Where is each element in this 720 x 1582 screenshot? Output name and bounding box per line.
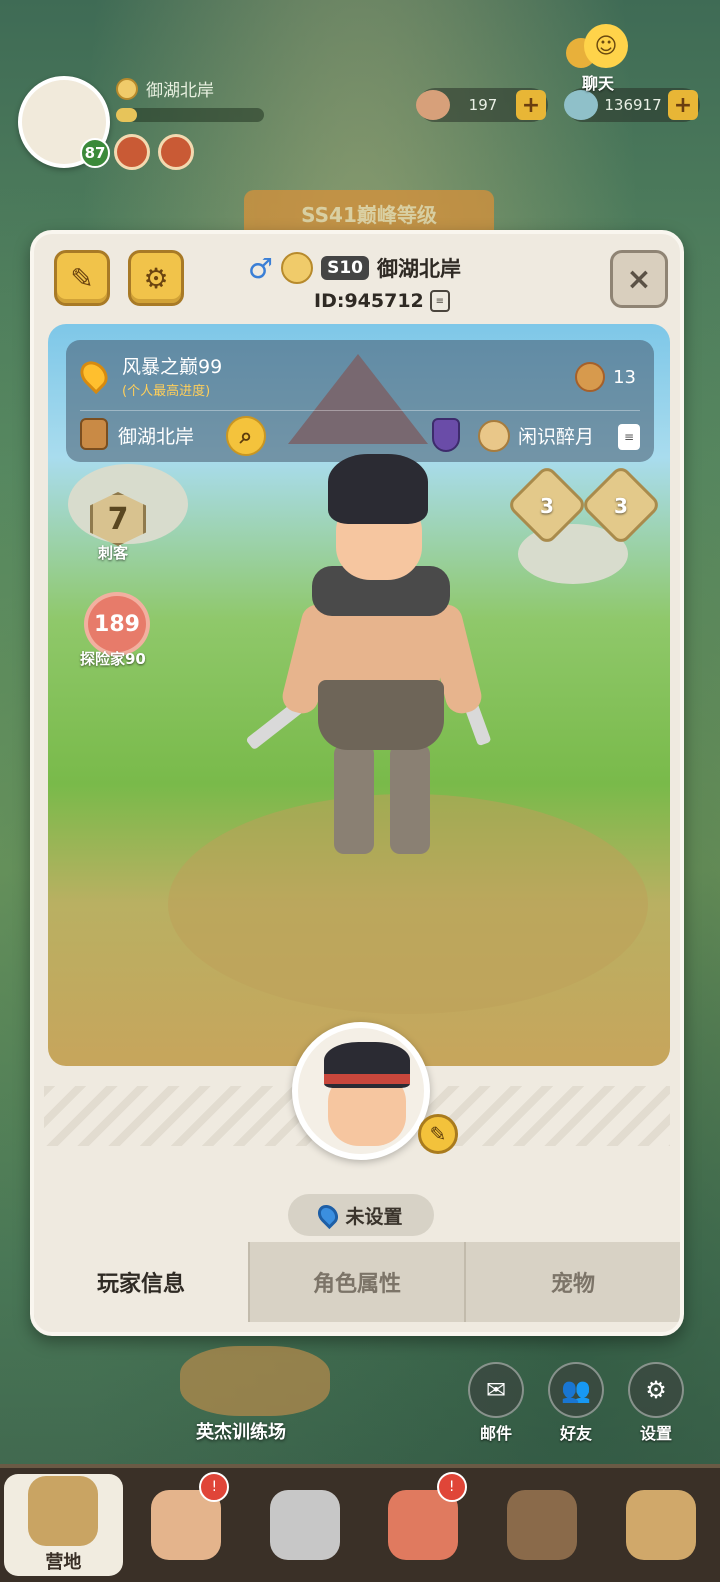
exp-bar [116,108,264,122]
character-leg [334,744,374,854]
guild-name: 御湖北岸 [118,426,195,448]
rank-badge[interactable]: 189 [84,592,150,656]
location-pin-icon [314,1200,343,1230]
character-skirt [318,680,444,750]
stage-subtitle: (个人最高进度) [122,384,211,399]
resource-stone-value: 136917 [604,96,662,114]
resource-meat-value: 197 [468,96,498,114]
weapon-icon [269,1490,340,1560]
training-ground-label: 英杰训练场 [196,1422,286,1443]
edit-profile-button[interactable]: ✎ [54,250,110,306]
rank-label: 探险家90 [80,650,146,668]
player-id-row: ID:945712 ≡ [314,290,450,312]
season-badge: S10 [321,256,370,280]
camp-icon [28,1476,99,1546]
class-label: 刺客 [98,544,129,562]
chat-icon: ☺ [562,22,634,70]
shield-icon [432,418,460,452]
location-setting-text: 未设置 [345,1205,403,1228]
friends-icon: 👥 [548,1362,604,1418]
buff-icon-2[interactable] [158,134,194,170]
guild-icon [80,418,108,450]
resource-meat: 197 + [416,88,548,122]
buff-icon-1[interactable] [114,134,150,170]
nav-camp-label: 营地 [45,1552,82,1573]
settings-quick-button[interactable]: ⚙ 设置 [626,1362,686,1444]
character-leg [390,744,430,854]
chat-button[interactable]: ☺ 聊天 [562,22,634,94]
search-icon[interactable]: ⌕ [226,416,266,456]
portrait-avatar[interactable] [292,1022,430,1160]
notification-badge: ! [199,1472,230,1502]
mail-icon: ✉ [468,1362,524,1418]
nav-pet[interactable]: ! [364,1468,483,1582]
nav-hero[interactable]: ! [127,1468,246,1582]
chat-bubble-front: ☺ [584,24,628,68]
male-icon: ♂ [248,251,274,285]
player-character[interactable] [238,454,498,894]
likes-counter[interactable]: 13 [575,362,636,392]
player-profile-card: ✎ ⚙ ♂ S10 御湖北岸 ID:945712 ≡ × 风暴之巅99 (个人最… [30,230,684,1336]
player-id: ID:945712 [314,290,424,312]
profile-tabs: 玩家信息 角色属性 宠物 [34,1242,680,1322]
friends-label: 好友 [559,1424,592,1443]
close-button[interactable]: × [610,250,668,308]
shop-icon [507,1490,578,1560]
player-name: 御湖北岸 [146,81,214,101]
add-stone-button[interactable]: + [668,90,698,120]
chat-label: 聊天 [581,74,614,93]
divider [80,410,640,411]
add-meat-button[interactable]: + [516,90,546,120]
training-ground[interactable] [180,1346,330,1416]
like-icon [575,362,606,392]
nav-guild[interactable] [601,1468,720,1582]
location-setting-button[interactable]: 未设置 [288,1194,434,1236]
nav-camp[interactable]: 营地 [4,1474,123,1576]
emote-icon [116,77,138,100]
nav-weapon[interactable] [245,1468,364,1582]
stone-icon [564,90,598,120]
mail-button[interactable]: ✉ 邮件 [466,1362,526,1444]
meat-icon [416,90,450,120]
bottom-nav: 营地 ! ! [0,1464,720,1582]
tab-character-stats[interactable]: 角色属性 [248,1242,464,1322]
character-hair [328,454,428,524]
mail-label: 邮件 [479,1424,512,1443]
tab-player-info[interactable]: 玩家信息 [34,1242,248,1322]
achievement-badge-2-value: 3 [614,494,628,518]
emote-icon [281,252,314,284]
player-level-badge: 87 [80,138,110,168]
info-panel: 风暴之巅99 (个人最高进度) 13 御湖北岸 ⌕ 闲识醉月 ≡ [66,340,654,462]
copy-id-icon[interactable]: ≡ [429,290,450,312]
profile-name: 御湖北岸 [377,257,462,281]
stage-name: 风暴之巅99 [122,356,223,378]
guild-icon [625,1490,696,1560]
copy-icon[interactable]: ≡ [618,424,640,450]
profile-header: ♂ S10 御湖北岸 [248,250,461,286]
settings-button[interactable]: ⚙ [128,250,184,306]
likes-count: 13 [613,366,636,388]
partner-name: 闲识醉月 [518,426,595,448]
tab-pets[interactable]: 宠物 [464,1242,680,1322]
settings-label: 设置 [639,1424,672,1443]
achievement-badge-1-value: 3 [540,494,554,518]
portrait-headband [324,1074,410,1084]
notification-badge: ! [436,1472,467,1502]
exp-bar-fill [116,108,137,122]
friends-button[interactable]: 👥 好友 [546,1362,606,1444]
edit-portrait-pencil-icon[interactable]: ✎ [418,1114,458,1154]
nav-shop[interactable] [483,1468,602,1582]
character-scene: 风暴之巅99 (个人最高进度) 13 御湖北岸 ⌕ 闲识醉月 ≡ 7 刺客 18… [48,324,670,1066]
partner-avatar-icon [478,420,510,452]
gear-icon: ⚙ [628,1362,684,1418]
location-pin-icon [74,355,114,395]
player-name-row: 御湖北岸 [116,76,214,101]
